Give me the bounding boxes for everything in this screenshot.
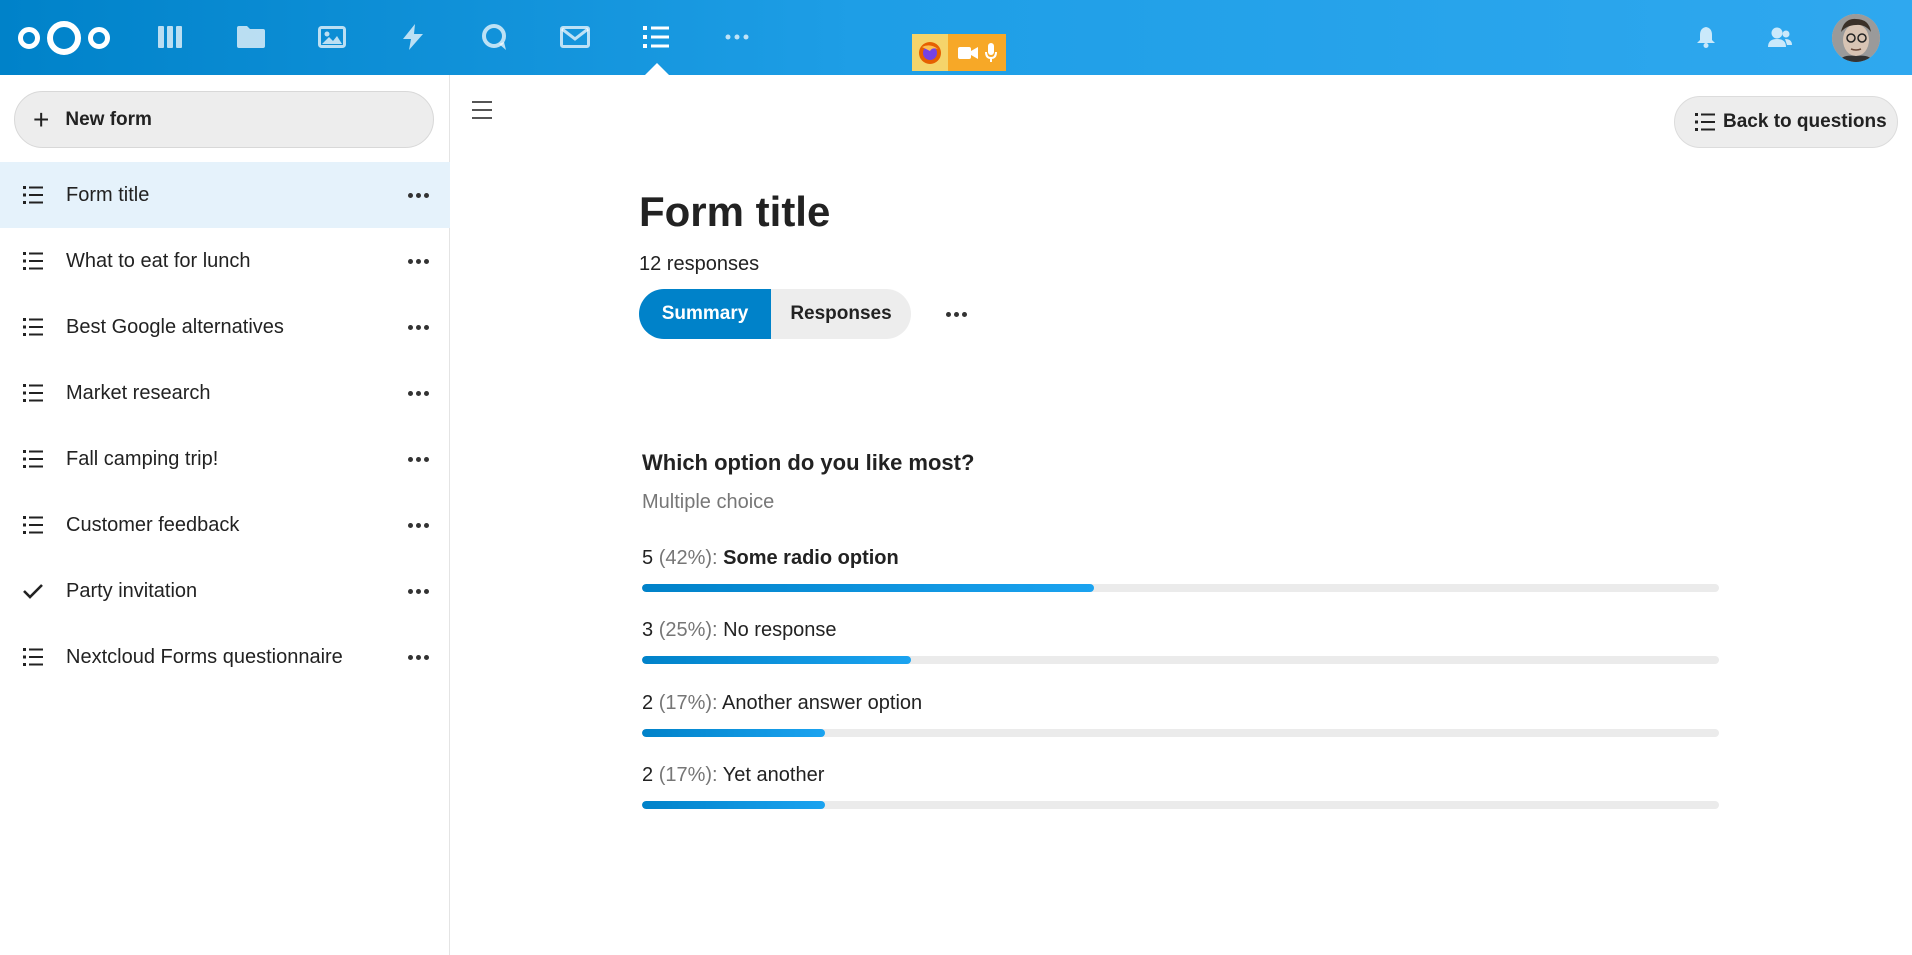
more-actions-icon[interactable] <box>398 439 438 479</box>
answer-progress-bar <box>642 656 1719 664</box>
answer-result: 2 (17%): Yet another <box>642 764 1719 809</box>
sidebar-item-form[interactable]: Fall camping trip! <box>0 426 450 492</box>
answer-count: 3 <box>642 619 654 641</box>
sidebar-item-label: Fall camping trip! <box>66 447 219 470</box>
list-icon <box>22 646 44 668</box>
menu-toggle-icon[interactable] <box>470 98 494 122</box>
answer-count: 2 <box>642 764 654 786</box>
answer-result: 5 (42%): Some radio option <box>642 547 1719 592</box>
mail-icon[interactable] <box>557 19 593 55</box>
sidebar-item-form[interactable]: Best Google alternatives <box>0 294 450 360</box>
sidebar-item-label: Customer feedback <box>66 513 240 536</box>
answer-percent: (17%): <box>658 764 718 786</box>
list-icon <box>22 184 44 206</box>
sidebar-item-form[interactable]: Market research <box>0 360 450 426</box>
list-icon <box>22 448 44 470</box>
answer-percent: (42%): <box>658 547 718 569</box>
avatar[interactable] <box>1832 14 1880 62</box>
top-bar <box>0 0 1912 75</box>
sidebar-item-form[interactable]: What to eat for lunch <box>0 228 450 294</box>
sidebar-item-form[interactable]: Nextcloud Forms questionnaire <box>0 624 450 690</box>
view-switcher: Summary Responses <box>639 289 911 339</box>
answer-percent: (25%): <box>658 619 718 641</box>
list-icon <box>22 514 44 536</box>
active-app-caret <box>645 63 669 75</box>
camera-icon <box>957 46 978 59</box>
chat-bubble-icon[interactable] <box>476 19 512 55</box>
screen-share-indicator[interactable] <box>912 34 1006 71</box>
answer-progress-bar <box>642 584 1719 592</box>
question-type: Multiple choice <box>642 491 775 513</box>
answer-progress-fill <box>642 584 1095 592</box>
more-actions-icon[interactable] <box>398 505 438 545</box>
sidebar-item-label: What to eat for lunch <box>66 249 251 272</box>
sidebar-item-form[interactable]: Party invitation <box>0 558 450 624</box>
back-to-questions-button[interactable]: Back to questions <box>1674 96 1898 148</box>
dashboard-icon[interactable] <box>152 19 188 55</box>
sidebar-item-label: Party invitation <box>66 579 198 602</box>
answer-progress-fill <box>642 729 826 737</box>
list-icon <box>22 250 44 272</box>
list-icon[interactable] <box>638 19 674 55</box>
list-icon <box>22 316 44 338</box>
new-form-button[interactable]: + New form <box>14 91 434 148</box>
response-count: 12 responses <box>639 253 760 275</box>
answer-result: 3 (25%): No response <box>642 619 1719 664</box>
contacts-icon[interactable] <box>1762 19 1798 55</box>
answer-progress-fill <box>642 801 826 809</box>
answer-label: Another answer option <box>722 692 923 714</box>
sidebar-item-label: Best Google alternatives <box>66 315 284 338</box>
answer-count: 5 <box>642 547 654 569</box>
lightning-icon[interactable] <box>395 19 431 55</box>
more-actions-icon[interactable] <box>398 241 438 281</box>
more-actions-icon[interactable] <box>398 307 438 347</box>
nextcloud-logo[interactable] <box>17 20 111 56</box>
answer-label: Some radio option <box>723 547 899 569</box>
folder-icon[interactable] <box>233 19 269 55</box>
more-horizontal-icon[interactable] <box>719 19 755 55</box>
firefox-icon <box>912 34 948 71</box>
back-to-questions-label: Back to questions <box>1723 111 1887 132</box>
sidebar-item-label: Form title <box>66 183 150 206</box>
more-actions-icon[interactable] <box>398 571 438 611</box>
plus-icon: + <box>33 103 50 135</box>
sidebar-item-form[interactable]: Customer feedback <box>0 492 450 558</box>
list-icon <box>22 382 44 404</box>
image-icon[interactable] <box>314 19 350 55</box>
question-title: Which option do you like most? <box>642 450 975 475</box>
forms-sidebar: + New form Form title What to eat for lun… <box>0 75 450 955</box>
answer-label: No response <box>723 619 837 641</box>
page-title: Form title <box>639 188 831 235</box>
answer-count: 2 <box>642 692 654 714</box>
more-actions-icon[interactable] <box>398 175 438 215</box>
more-actions-icon[interactable] <box>398 373 438 413</box>
new-form-label: New form <box>65 108 152 130</box>
bell-icon[interactable] <box>1688 19 1724 55</box>
answer-label: Yet another <box>722 764 825 786</box>
answer-progress-fill <box>642 656 912 664</box>
answer-result: 2 (17%): Another answer option <box>642 692 1719 737</box>
sidebar-item-label: Market research <box>66 381 211 404</box>
checkmark-icon <box>22 580 44 602</box>
answer-progress-bar <box>642 729 1719 737</box>
tab-responses[interactable]: Responses <box>771 289 911 339</box>
sidebar-item-form[interactable]: Form title <box>0 162 450 228</box>
sidebar-item-label: Nextcloud Forms questionnaire <box>66 645 343 668</box>
tab-summary[interactable]: Summary <box>639 289 771 339</box>
more-actions-icon[interactable] <box>936 294 976 334</box>
microphone-icon <box>984 42 997 62</box>
answer-progress-bar <box>642 801 1719 809</box>
list-icon <box>1695 113 1715 131</box>
more-actions-icon[interactable] <box>398 637 438 677</box>
answer-percent: (17%): <box>658 692 718 714</box>
